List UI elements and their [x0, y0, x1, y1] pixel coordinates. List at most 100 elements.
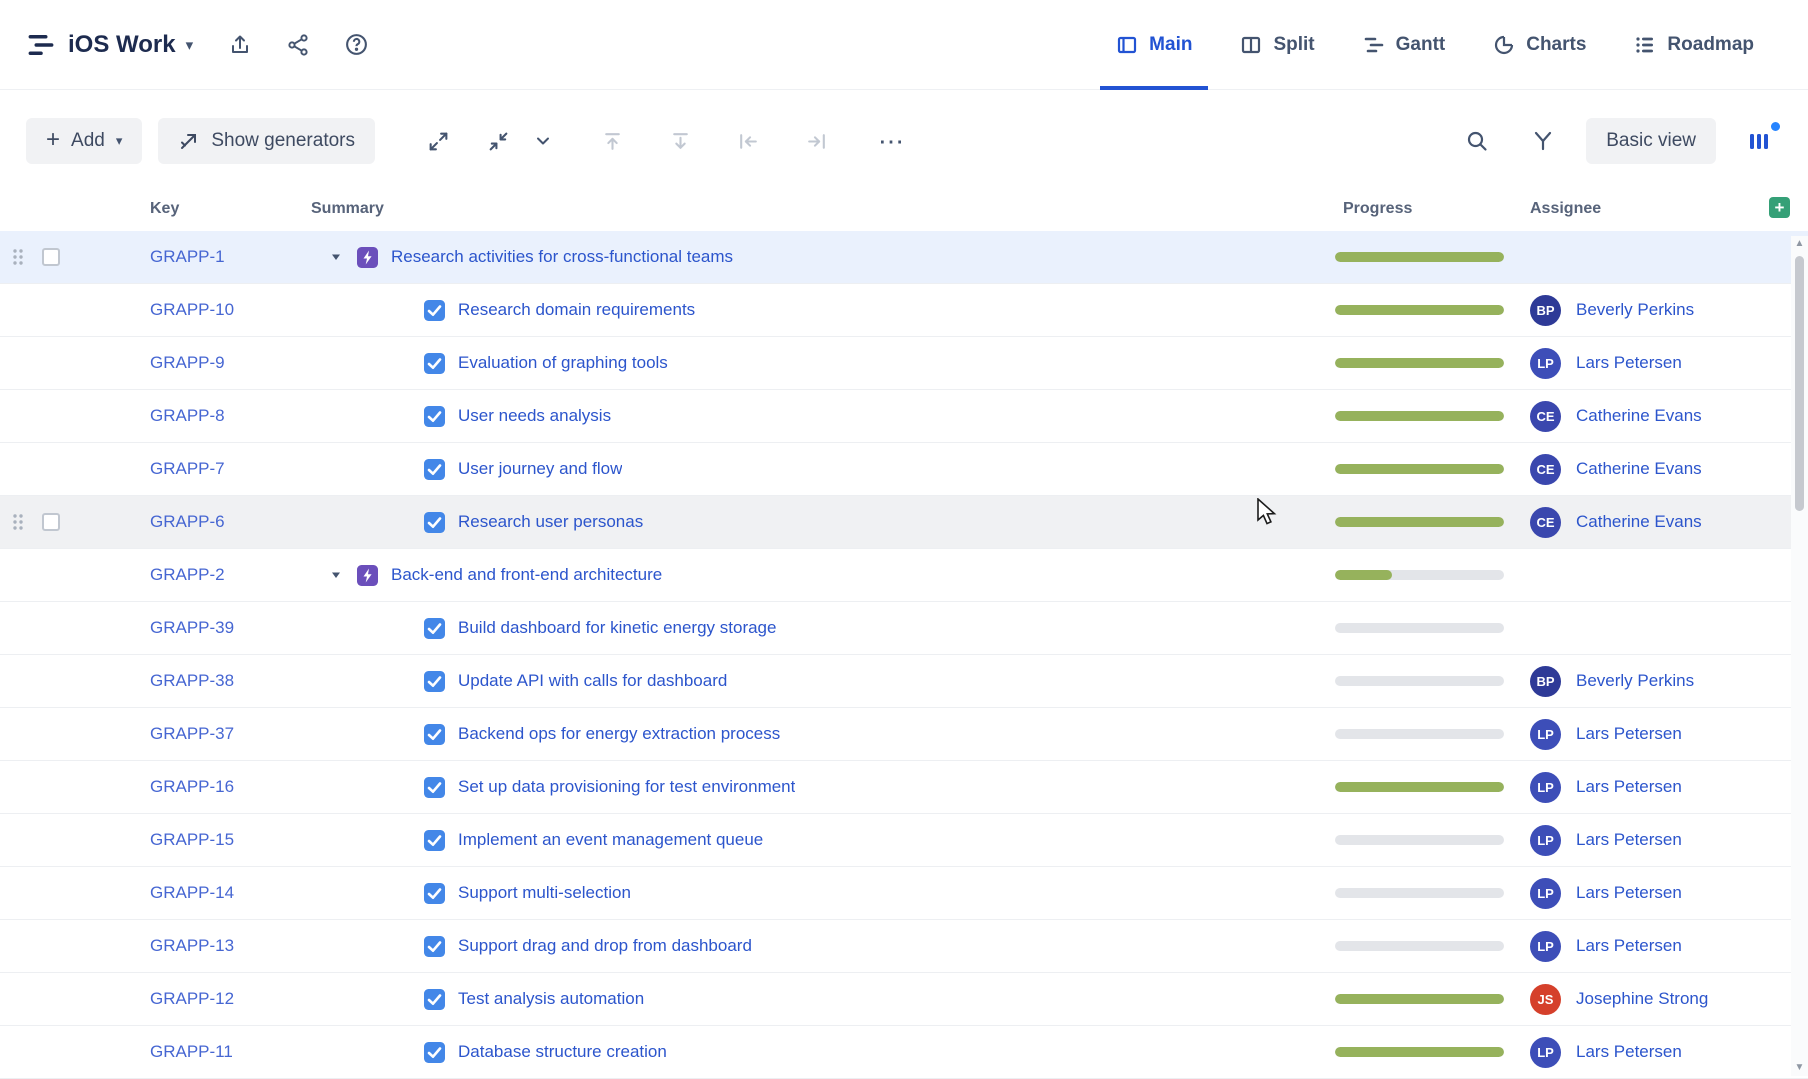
indent-button[interactable]	[793, 118, 839, 164]
issue-key[interactable]: GRAPP-6	[150, 512, 225, 531]
issue-key[interactable]: GRAPP-38	[150, 671, 234, 690]
collapse-all-button[interactable]	[475, 118, 521, 164]
issue-summary[interactable]: Implement an event management queue	[458, 830, 763, 850]
column-header-progress[interactable]: Progress	[1326, 192, 1512, 218]
add-button[interactable]: + Add ▾	[26, 118, 142, 164]
issue-key[interactable]: GRAPP-13	[150, 936, 234, 955]
table-row[interactable]: GRAPP-13 Support drag and drop from dash…	[0, 920, 1808, 973]
avatar[interactable]: LP	[1530, 348, 1561, 379]
avatar[interactable]: BP	[1530, 295, 1561, 326]
assignee-name[interactable]: Beverly Perkins	[1576, 300, 1694, 320]
issue-summary[interactable]: Back-end and front-end architecture	[391, 565, 662, 585]
assignee-name[interactable]: Catherine Evans	[1576, 459, 1702, 479]
avatar[interactable]: LP	[1530, 1037, 1561, 1068]
more-actions-button[interactable]: ⋯	[869, 118, 915, 164]
assignee-name[interactable]: Catherine Evans	[1576, 406, 1702, 426]
vertical-scrollbar[interactable]: ▲ ▼	[1791, 236, 1808, 1076]
assignee-name[interactable]: Lars Petersen	[1576, 830, 1682, 850]
column-header-summary[interactable]: Summary	[311, 192, 1326, 218]
assignee-name[interactable]: Beverly Perkins	[1576, 671, 1694, 691]
issue-key[interactable]: GRAPP-7	[150, 459, 225, 478]
avatar[interactable]: JS	[1530, 984, 1561, 1015]
issue-summary[interactable]: Backend ops for energy extraction proces…	[458, 724, 780, 744]
column-header-key[interactable]: Key	[150, 192, 311, 218]
avatar[interactable]: LP	[1530, 772, 1561, 803]
table-row[interactable]: GRAPP-10 Research domain requirements BP…	[0, 284, 1808, 337]
tab-roadmap[interactable]: Roadmap	[1610, 0, 1778, 90]
issue-summary[interactable]: User journey and flow	[458, 459, 622, 479]
issue-summary[interactable]: Test analysis automation	[458, 989, 644, 1009]
collapse-chevron-icon[interactable]	[329, 568, 343, 582]
row-checkbox[interactable]	[42, 248, 60, 266]
issue-key[interactable]: GRAPP-16	[150, 777, 234, 796]
search-button[interactable]	[1454, 118, 1500, 164]
move-up-button[interactable]	[589, 118, 635, 164]
avatar[interactable]: LP	[1530, 878, 1561, 909]
avatar[interactable]: BP	[1530, 666, 1561, 697]
assignee-name[interactable]: Josephine Strong	[1576, 989, 1708, 1009]
drag-handle-icon[interactable]	[12, 512, 24, 532]
move-down-button[interactable]	[657, 118, 703, 164]
issue-key[interactable]: GRAPP-14	[150, 883, 234, 902]
issue-key[interactable]: GRAPP-10	[150, 300, 234, 319]
issue-summary[interactable]: Update API with calls for dashboard	[458, 671, 727, 691]
transformations-button[interactable]	[1520, 118, 1566, 164]
help-icon[interactable]	[343, 32, 369, 58]
assignee-name[interactable]: Lars Petersen	[1576, 353, 1682, 373]
table-row[interactable]: GRAPP-6 Research user personas CE Cather…	[0, 496, 1808, 549]
table-row[interactable]: GRAPP-15 Implement an event management q…	[0, 814, 1808, 867]
issue-key[interactable]: GRAPP-12	[150, 989, 234, 1008]
table-row[interactable]: GRAPP-39 Build dashboard for kinetic ene…	[0, 602, 1808, 655]
issue-summary[interactable]: Support drag and drop from dashboard	[458, 936, 752, 956]
avatar[interactable]: LP	[1530, 931, 1561, 962]
tab-charts[interactable]: Charts	[1469, 0, 1610, 90]
issue-summary[interactable]: Set up data provisioning for test enviro…	[458, 777, 795, 797]
assignee-name[interactable]: Lars Petersen	[1576, 883, 1682, 903]
avatar[interactable]: LP	[1530, 825, 1561, 856]
table-row[interactable]: GRAPP-1 Research activities for cross-fu…	[0, 231, 1808, 284]
issue-summary[interactable]: User needs analysis	[458, 406, 611, 426]
table-row[interactable]: GRAPP-8 User needs analysis CE Catherine…	[0, 390, 1808, 443]
title-chevron-icon[interactable]: ▾	[186, 36, 194, 54]
issue-summary[interactable]: Support multi-selection	[458, 883, 631, 903]
export-icon[interactable]	[227, 32, 253, 58]
avatar[interactable]: CE	[1530, 507, 1561, 538]
scroll-up-icon[interactable]: ▲	[1791, 238, 1808, 249]
row-checkbox[interactable]	[42, 513, 60, 531]
assignee-name[interactable]: Lars Petersen	[1576, 936, 1682, 956]
drag-handle-icon[interactable]	[12, 247, 24, 267]
show-generators-button[interactable]: Show generators	[158, 118, 375, 164]
issue-key[interactable]: GRAPP-15	[150, 830, 234, 849]
tab-gantt[interactable]: Gantt	[1339, 0, 1470, 90]
avatar[interactable]: LP	[1530, 719, 1561, 750]
issue-summary[interactable]: Evaluation of graphing tools	[458, 353, 668, 373]
table-row[interactable]: GRAPP-12 Test analysis automation JS Jos…	[0, 973, 1808, 1026]
scrollbar-thumb[interactable]	[1795, 256, 1804, 511]
basic-view-button[interactable]: Basic view	[1586, 118, 1716, 164]
table-row[interactable]: GRAPP-11 Database structure creation LP …	[0, 1026, 1808, 1079]
table-row[interactable]: GRAPP-2 Back-end and front-end architect…	[0, 549, 1808, 602]
table-row[interactable]: GRAPP-7 User journey and flow CE Catheri…	[0, 443, 1808, 496]
tab-main[interactable]: Main	[1092, 0, 1216, 90]
avatar[interactable]: CE	[1530, 454, 1561, 485]
expand-all-button[interactable]	[415, 118, 461, 164]
table-row[interactable]: GRAPP-37 Backend ops for energy extracti…	[0, 708, 1808, 761]
column-header-assignee[interactable]: Assignee	[1512, 192, 1808, 218]
issue-key[interactable]: GRAPP-1	[150, 247, 225, 266]
outdent-button[interactable]	[725, 118, 771, 164]
issue-summary[interactable]: Research user personas	[458, 512, 643, 532]
columns-button[interactable]	[1736, 118, 1782, 164]
issue-summary[interactable]: Build dashboard for kinetic energy stora…	[458, 618, 776, 638]
scroll-down-icon[interactable]: ▼	[1791, 1062, 1808, 1073]
assignee-name[interactable]: Lars Petersen	[1576, 1042, 1682, 1062]
add-column-button[interactable]: +	[1769, 197, 1790, 218]
table-row[interactable]: GRAPP-14 Support multi-selection LP Lars…	[0, 867, 1808, 920]
issue-summary[interactable]: Database structure creation	[458, 1042, 667, 1062]
issue-key[interactable]: GRAPP-11	[150, 1042, 233, 1061]
assignee-name[interactable]: Catherine Evans	[1576, 512, 1702, 532]
issue-summary[interactable]: Research domain requirements	[458, 300, 695, 320]
table-row[interactable]: GRAPP-9 Evaluation of graphing tools LP …	[0, 337, 1808, 390]
expand-options-button[interactable]	[527, 118, 559, 164]
issue-key[interactable]: GRAPP-39	[150, 618, 234, 637]
assignee-name[interactable]: Lars Petersen	[1576, 777, 1682, 797]
